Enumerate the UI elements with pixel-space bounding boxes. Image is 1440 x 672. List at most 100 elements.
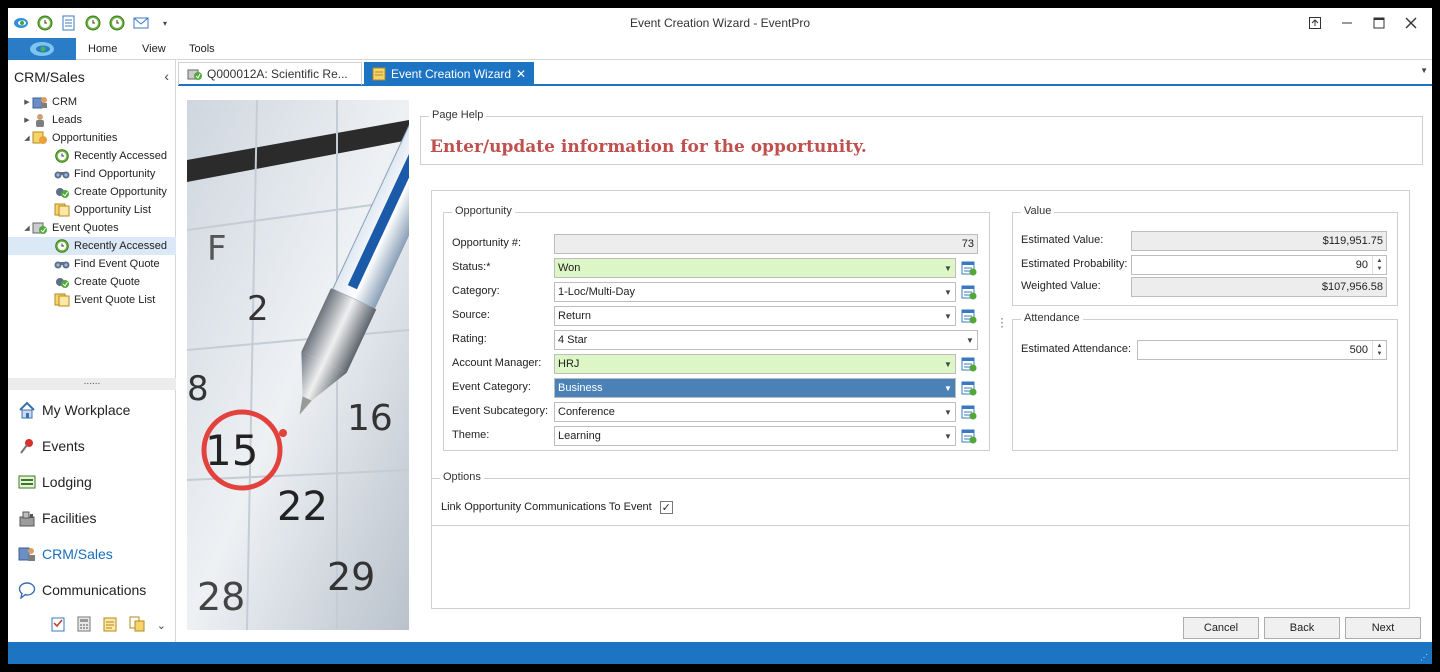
- notes-icon[interactable]: [103, 616, 117, 635]
- link-communications-checkbox[interactable]: ✓: [659, 500, 673, 514]
- estimated-probability-field[interactable]: 90 ▲ ▼: [1131, 255, 1387, 275]
- calculator-icon[interactable]: [77, 616, 91, 635]
- more-modules-chevron-icon[interactable]: ⌄: [157, 619, 166, 632]
- opportunity-field-label: Source:: [452, 309, 490, 321]
- collapse-arrow-icon[interactable]: ◢: [22, 224, 32, 232]
- dropdown-arrow-icon[interactable]: ▼: [941, 379, 955, 397]
- module-item[interactable]: Communications: [8, 572, 176, 608]
- tab-list-dropdown-icon[interactable]: ▼: [1420, 66, 1428, 75]
- next-button[interactable]: Next: [1345, 617, 1421, 639]
- nav-tree-item[interactable]: ◢ Event Quotes: [8, 219, 176, 237]
- nav-splitter[interactable]: ......: [8, 377, 176, 390]
- nav-tree-item[interactable]: Find Event Quote: [8, 255, 176, 273]
- estimated-attendance-label: Estimated Attendance:: [1021, 343, 1132, 355]
- back-button[interactable]: Back: [1264, 617, 1340, 639]
- quote-tab-icon: [187, 67, 203, 81]
- application-menu-button[interactable]: [8, 38, 76, 60]
- expand-arrow-icon[interactable]: ▶: [22, 98, 32, 106]
- clock-icon: [54, 239, 70, 253]
- lookup-list-icon[interactable]: [960, 403, 978, 421]
- nav-tree-item-label: Event Quotes: [52, 222, 119, 234]
- opportunity-dropdown[interactable]: Won ▼: [554, 258, 956, 278]
- panel-splitter-handle[interactable]: · · ·: [1000, 312, 1004, 332]
- nav-tree-item[interactable]: Recently Accessed: [8, 147, 176, 165]
- dropdown-arrow-icon[interactable]: ▼: [941, 355, 955, 373]
- dropdown-arrow-icon[interactable]: ▼: [963, 331, 977, 349]
- nav-tree-item-label: Event Quote List: [74, 294, 156, 306]
- nav-tree-item[interactable]: Event Quote List: [8, 291, 176, 309]
- opportunity-dropdown[interactable]: 4 Star ▼: [554, 330, 978, 350]
- module-item[interactable]: My Workplace: [8, 392, 176, 428]
- lookup-list-icon[interactable]: [960, 379, 978, 397]
- ribbon-tab-tools[interactable]: Tools: [189, 43, 215, 55]
- nav-tree-item[interactable]: Find Opportunity: [8, 165, 176, 183]
- opportunity-dropdown[interactable]: Return ▼: [554, 306, 956, 326]
- lookup-list-icon[interactable]: [960, 283, 978, 301]
- opportunity-dropdown[interactable]: HRJ ▼: [554, 354, 956, 374]
- nav-tree-item[interactable]: Recently Accessed: [8, 237, 176, 255]
- nav-tree-item-label: Create Opportunity: [74, 186, 167, 198]
- tab-quote[interactable]: Q000012A: Scientific Re...: [178, 62, 362, 85]
- nav-tree-item-label: Recently Accessed: [74, 240, 167, 252]
- nav-tree-item[interactable]: ▶ CRM: [8, 93, 176, 111]
- minimize-icon[interactable]: [1332, 12, 1362, 34]
- resize-grip-icon[interactable]: ⋰: [1420, 653, 1428, 662]
- speech-bubble-icon: [18, 581, 36, 599]
- nav-tree-item[interactable]: ▶ Leads: [8, 111, 176, 129]
- nav-tree-item[interactable]: ◢ Opportunities: [8, 129, 176, 147]
- status-bar: ⋰: [8, 642, 1432, 664]
- restore-to-top-icon[interactable]: [1300, 12, 1330, 34]
- facilities-icon: [18, 509, 36, 527]
- close-tab-icon[interactable]: ✕: [516, 67, 526, 81]
- lookup-list-icon[interactable]: [960, 355, 978, 373]
- pin-icon: [18, 437, 36, 455]
- collapse-nav-icon[interactable]: ‹: [164, 68, 169, 84]
- dropdown-arrow-icon[interactable]: ▼: [941, 283, 955, 301]
- estimated-value-field: $119,951.75: [1131, 231, 1387, 251]
- value-legend: Value: [1021, 205, 1055, 217]
- nav-bottom-toolbar: ⌄: [8, 612, 176, 638]
- dropdown-arrow-icon[interactable]: ▼: [941, 307, 955, 325]
- nav-tree-item[interactable]: Create Opportunity: [8, 183, 176, 201]
- lookup-list-icon[interactable]: [960, 307, 978, 325]
- nav-tree-item[interactable]: Create Quote: [8, 273, 176, 291]
- lookup-list-icon[interactable]: [960, 259, 978, 277]
- module-item[interactable]: CRM/Sales: [8, 536, 176, 572]
- opportunity-dropdown[interactable]: Learning ▼: [554, 426, 956, 446]
- ribbon: Home View Tools: [8, 38, 1432, 60]
- dropdown-arrow-icon[interactable]: ▼: [941, 259, 955, 277]
- module-item[interactable]: Lodging: [8, 464, 176, 500]
- lookup-list-icon[interactable]: [960, 427, 978, 445]
- attendance-spinner-icon[interactable]: ▲ ▼: [1372, 341, 1386, 359]
- opportunity-field-label: Status:*: [452, 261, 491, 273]
- probability-spinner-icon[interactable]: ▲ ▼: [1372, 256, 1386, 274]
- ribbon-tab-home[interactable]: Home: [88, 43, 117, 55]
- module-item[interactable]: Facilities: [8, 500, 176, 536]
- module-item[interactable]: Events: [8, 428, 176, 464]
- ribbon-tab-view[interactable]: View: [142, 43, 166, 55]
- reports-icon[interactable]: [129, 616, 145, 635]
- nav-tree-item[interactable]: Opportunity List: [8, 201, 176, 219]
- opportunity-dropdown[interactable]: Conference ▼: [554, 402, 956, 422]
- module-label: Lodging: [42, 474, 92, 490]
- dropdown-arrow-icon[interactable]: ▼: [941, 427, 955, 445]
- opportunity-field-value: Conference: [558, 406, 615, 418]
- nav-tree-item-label: CRM: [52, 96, 78, 108]
- close-icon[interactable]: [1396, 12, 1426, 34]
- cancel-button[interactable]: Cancel: [1183, 617, 1259, 639]
- collapse-arrow-icon[interactable]: ◢: [22, 134, 32, 142]
- estimated-attendance-field[interactable]: 500 ▲ ▼: [1137, 340, 1387, 360]
- options-legend: Options: [440, 471, 484, 483]
- opportunities-icon: [32, 131, 48, 145]
- dropdown-arrow-icon[interactable]: ▼: [941, 403, 955, 421]
- value-group: Value Estimated Value: $119,951.75 Estim…: [1012, 205, 1398, 306]
- opportunity-dropdown[interactable]: Business ▼: [554, 378, 956, 398]
- maximize-icon[interactable]: [1364, 12, 1394, 34]
- opportunity-dropdown[interactable]: 1-Loc/Multi-Day ▼: [554, 282, 956, 302]
- eventpro-app-icon: [30, 42, 54, 56]
- page-help-group: Page Help Enter/update information for t…: [420, 109, 1423, 165]
- expand-arrow-icon[interactable]: ▶: [22, 116, 32, 124]
- wizard-tab-icon: [372, 67, 386, 81]
- tasks-icon[interactable]: [51, 616, 65, 635]
- tab-event-creation-wizard[interactable]: Event Creation Wizard ✕: [364, 62, 534, 85]
